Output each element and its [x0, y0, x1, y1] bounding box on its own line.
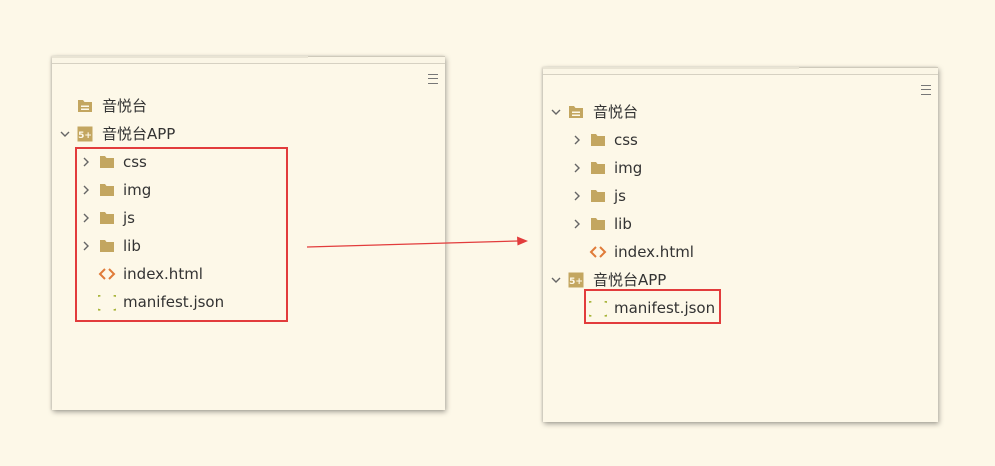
transition-arrow: [306, 236, 528, 248]
